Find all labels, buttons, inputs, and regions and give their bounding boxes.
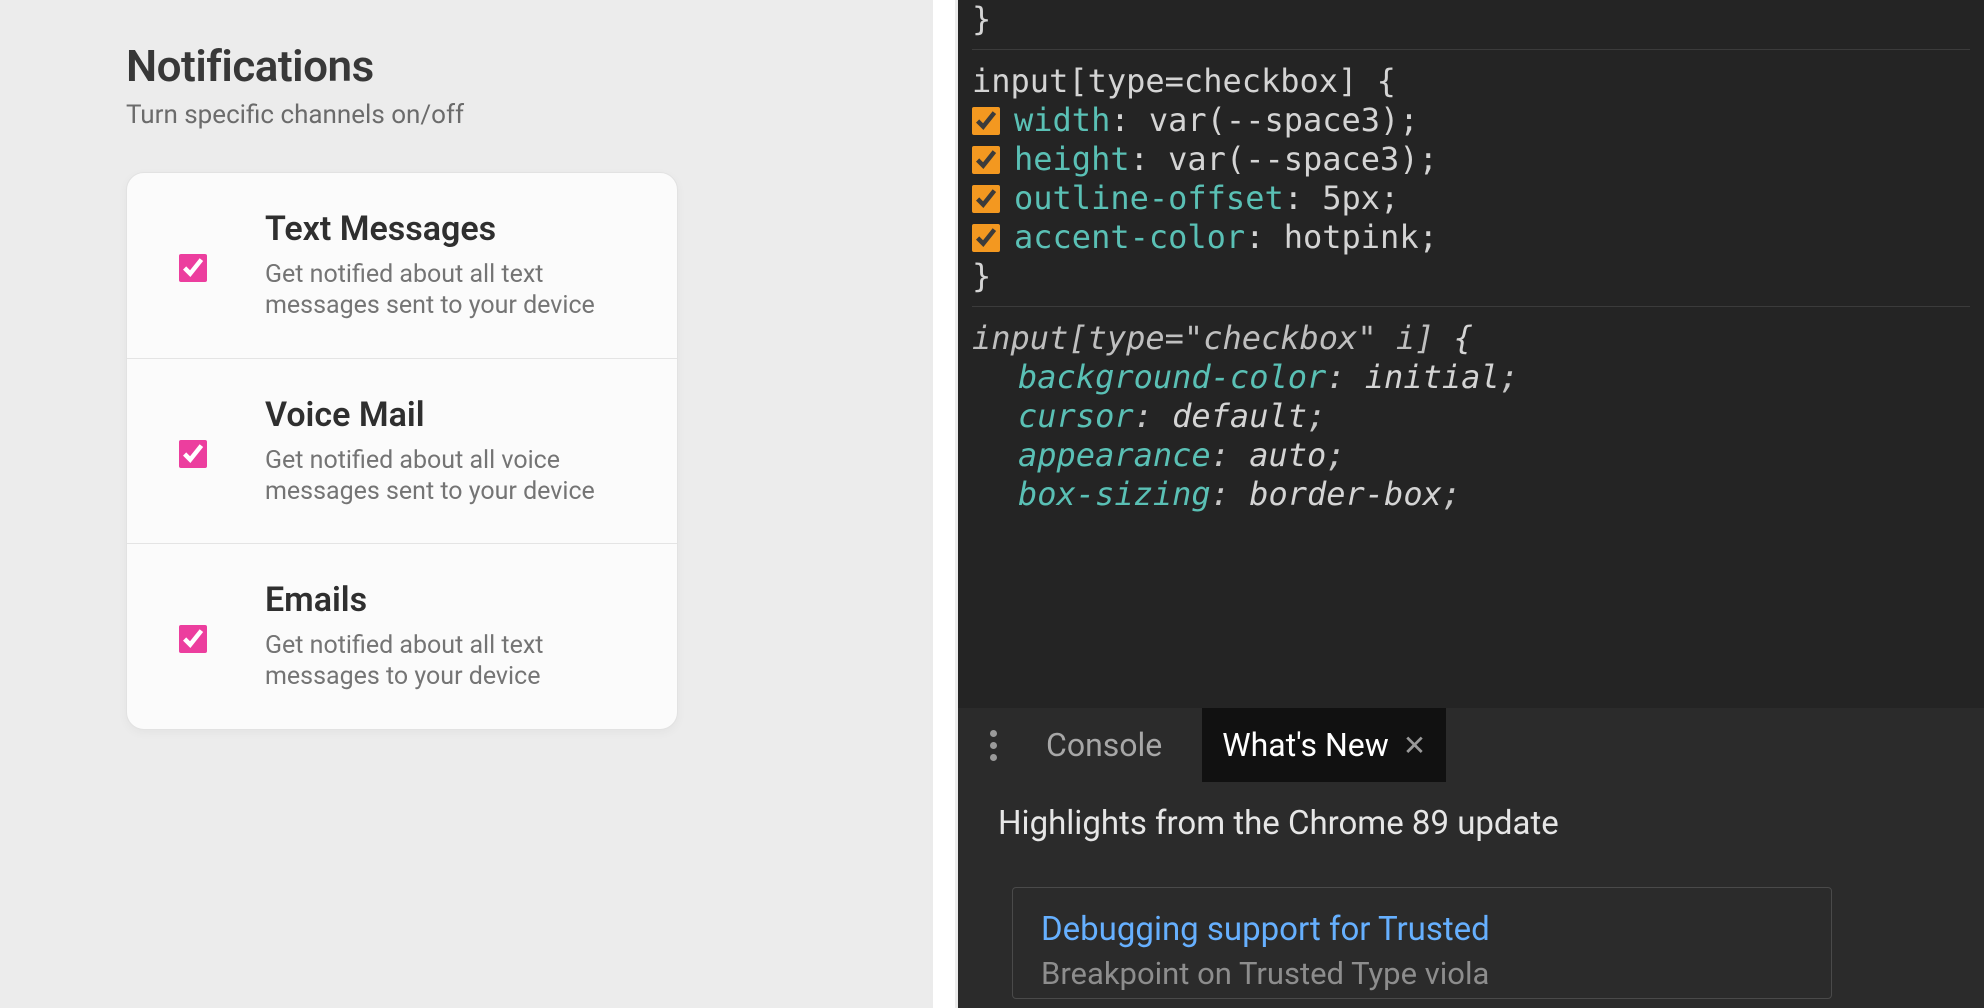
tab-console[interactable]: Console: [1032, 720, 1176, 770]
css-prop: appearance: [1018, 436, 1211, 474]
css-prop: box-sizing: [1018, 475, 1211, 513]
tab-whats-new[interactable]: What's New ✕: [1202, 708, 1446, 782]
css-value[interactable]: 5px: [1322, 179, 1380, 217]
css-prop[interactable]: outline-offset: [1014, 179, 1284, 217]
css-prop[interactable]: accent-color: [1014, 218, 1245, 256]
row-desc: Get notified about all text messages to …: [265, 630, 595, 693]
css-rule-author[interactable]: input[type=checkbox] {: [972, 62, 1970, 101]
css-value[interactable]: hotpink: [1284, 218, 1419, 256]
css-selector: input[type="checkbox" i]: [972, 319, 1434, 357]
css-declaration: appearance: auto;: [972, 436, 1970, 475]
close-icon[interactable]: ✕: [1403, 729, 1426, 762]
decl-toggle[interactable]: [972, 224, 1000, 252]
css-value: border-box: [1249, 475, 1442, 513]
page-title: Notifications: [126, 40, 930, 92]
devtools-drawer: Console What's New ✕ Highlights from the…: [958, 708, 1984, 1008]
css-declaration[interactable]: width: var(--space3);: [972, 101, 1970, 140]
styles-pane[interactable]: } input[type=checkbox] { width: var(--sp…: [958, 0, 1984, 514]
rule-separator: [972, 306, 1970, 307]
checkbox-voice-mail[interactable]: [179, 440, 207, 468]
tab-label: What's New: [1222, 726, 1389, 764]
row-desc: Get notified about all voice messages se…: [265, 445, 595, 508]
decl-toggle[interactable]: [972, 146, 1000, 174]
devtools-panel: } input[type=checkbox] { width: var(--sp…: [958, 0, 1984, 1008]
css-declaration: box-sizing: border-box;: [972, 475, 1970, 514]
notifications-card: Text Messages Get notified about all tex…: [126, 172, 678, 730]
css-declaration: background-color: initial;: [972, 358, 1970, 397]
css-declaration: cursor: default;: [972, 397, 1970, 436]
page-subtitle: Turn specific channels on/off: [126, 100, 930, 130]
css-declaration[interactable]: accent-color: hotpink;: [972, 218, 1970, 257]
row-title: Emails: [265, 580, 595, 620]
row-title: Voice Mail: [265, 395, 595, 435]
decl-toggle[interactable]: [972, 185, 1000, 213]
row-title: Text Messages: [265, 209, 595, 249]
css-prop[interactable]: height: [1014, 140, 1130, 178]
whats-new-headline: Highlights from the Chrome 89 update: [998, 804, 1984, 843]
notification-row-voice-mail: Voice Mail Get notified about all voice …: [127, 359, 677, 545]
open-brace: {: [1454, 319, 1473, 357]
notification-row-text-messages: Text Messages Get notified about all tex…: [127, 173, 677, 359]
css-prop: cursor: [1018, 397, 1134, 435]
css-selector[interactable]: input[type=checkbox]: [972, 62, 1357, 100]
rule-separator: [972, 49, 1970, 50]
notification-row-emails: Emails Get notified about all text messa…: [127, 544, 677, 729]
css-value[interactable]: var(--space3): [1149, 101, 1399, 139]
row-desc: Get notified about all text messages sen…: [265, 259, 595, 322]
checkbox-emails[interactable]: [179, 625, 207, 653]
open-brace: {: [1377, 62, 1396, 100]
css-rule-useragent: input[type="checkbox" i] {: [972, 319, 1970, 358]
css-declaration[interactable]: outline-offset: 5px;: [972, 179, 1970, 218]
whats-new-article[interactable]: Debugging support for Trusted Breakpoint…: [1012, 887, 1832, 999]
rule-close-brace: }: [972, 0, 991, 38]
article-subtitle: Breakpoint on Trusted Type viola: [1041, 955, 1803, 992]
kebab-menu-icon[interactable]: [980, 730, 1006, 761]
decl-toggle[interactable]: [972, 107, 1000, 135]
close-brace: }: [972, 257, 991, 295]
page-content: Notifications Turn specific channels on/…: [0, 0, 930, 1008]
css-value: auto: [1249, 436, 1326, 474]
drawer-tabstrip: Console What's New ✕: [958, 708, 1984, 782]
devtools-splitter[interactable]: [930, 0, 958, 1008]
article-title-link[interactable]: Debugging support for Trusted: [1041, 910, 1803, 949]
css-declaration[interactable]: height: var(--space3);: [972, 140, 1970, 179]
css-value[interactable]: var(--space3): [1168, 140, 1418, 178]
css-prop[interactable]: width: [1014, 101, 1110, 139]
checkbox-text-messages[interactable]: [179, 254, 207, 282]
css-value: default: [1172, 397, 1307, 435]
css-value: initial: [1365, 358, 1500, 396]
css-prop: background-color: [1018, 358, 1326, 396]
drawer-body: Highlights from the Chrome 89 update Deb…: [958, 782, 1984, 999]
